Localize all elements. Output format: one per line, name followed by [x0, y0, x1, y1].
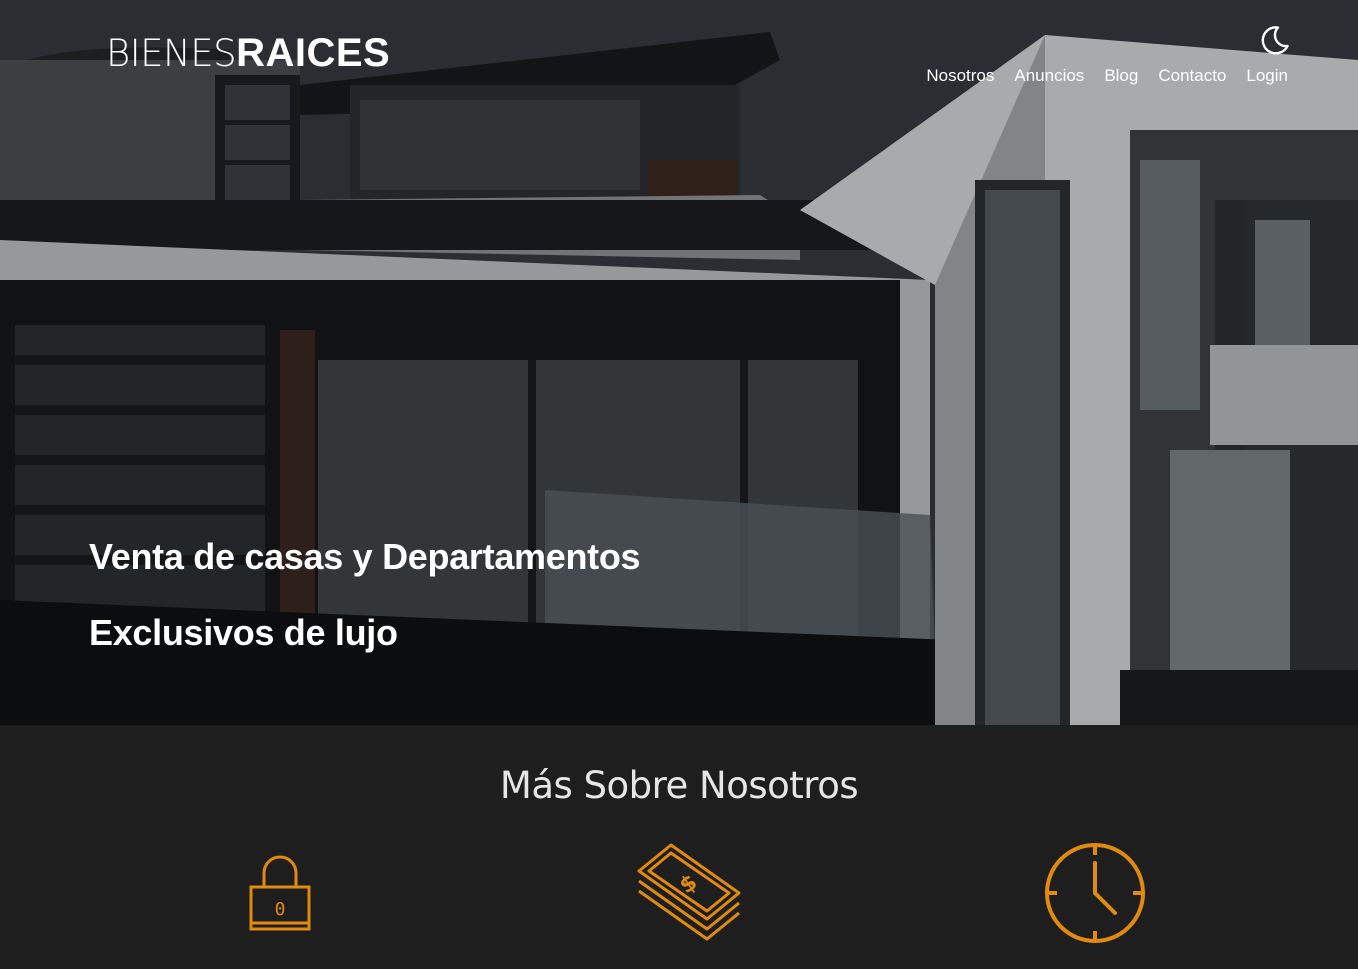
nav-link-contacto[interactable]: Contacto [1158, 64, 1226, 88]
moon-icon[interactable] [1258, 24, 1290, 56]
about-heading: Más Sobre Nosotros [499, 764, 859, 807]
hero-title: Venta de casas y Departamentos [89, 536, 641, 577]
logo-light-text: BIENES [106, 32, 237, 75]
svg-text:0: 0 [275, 899, 286, 920]
svg-text:$: $ [675, 870, 702, 899]
hero-subtitle: Exclusivos de lujo [89, 612, 398, 653]
hero-section: BIENESRAICES Nosotros Anuncios Blog Cont… [0, 0, 1358, 725]
logo-bold-text: RAICES [236, 31, 391, 75]
money-icon: $ [637, 843, 741, 941]
nav-link-anuncios[interactable]: Anuncios [1014, 64, 1084, 88]
nav-link-login[interactable]: Login [1246, 64, 1288, 88]
nav-link-blog[interactable]: Blog [1104, 64, 1138, 88]
site-logo[interactable]: BIENESRAICES [106, 31, 390, 76]
lock-icon: 0 [249, 855, 311, 931]
nav-link-nosotros[interactable]: Nosotros [926, 64, 994, 88]
main-nav: Nosotros Anuncios Blog Contacto Login [926, 64, 1288, 88]
clock-icon [1045, 843, 1145, 943]
about-section: Más Sobre Nosotros 0 $ [0, 725, 1358, 969]
